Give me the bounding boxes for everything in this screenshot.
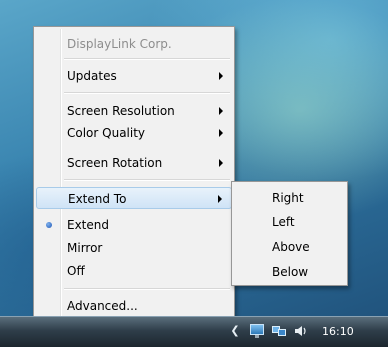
submenu-arrow-icon <box>219 129 223 137</box>
submenu-item-above[interactable]: Above <box>234 235 345 259</box>
submenu-item-below[interactable]: Below <box>234 260 345 284</box>
menu-item-label: Screen Resolution <box>67 104 175 118</box>
menu-item-updates[interactable]: Updates <box>36 65 232 87</box>
radio-selected-icon <box>46 222 52 228</box>
menu-item-displaylink-corp: DisplayLink Corp. <box>36 33 232 55</box>
menu-item-extend-to[interactable]: Extend To <box>36 187 232 209</box>
menu-item-label: DisplayLink Corp. <box>67 37 172 51</box>
submenu-item-label: Right <box>272 191 304 205</box>
menu-separator <box>64 92 230 94</box>
menu-item-advanced[interactable]: Advanced... <box>36 295 232 317</box>
network-icon[interactable] <box>272 324 286 338</box>
extend-to-submenu: Right Left Above Below <box>231 181 348 286</box>
menu-separator <box>64 58 230 60</box>
submenu-arrow-icon <box>219 72 223 80</box>
chevron-left-icon[interactable]: ❮ <box>228 324 242 338</box>
menu-item-label: Mirror <box>67 241 103 255</box>
system-tray: ❮ 16:10 <box>228 318 354 344</box>
submenu-item-label: Below <box>272 265 309 279</box>
menu-item-screen-rotation[interactable]: Screen Rotation <box>36 152 232 174</box>
menu-separator <box>64 288 230 290</box>
menu-item-screen-resolution[interactable]: Screen Resolution <box>36 100 232 122</box>
menu-separator <box>64 179 230 181</box>
taskbar-clock[interactable]: 16:10 <box>322 325 354 338</box>
submenu-item-right[interactable]: Right <box>234 186 345 210</box>
submenu-item-label: Above <box>272 240 310 254</box>
menu-item-label: Updates <box>67 69 117 83</box>
displaylink-context-menu: DisplayLink Corp. Updates Screen Resolut… <box>33 26 235 322</box>
volume-icon[interactable] <box>294 324 308 338</box>
menu-item-label: Color Quality <box>67 126 146 140</box>
menu-item-off[interactable]: Off <box>36 260 232 282</box>
menu-item-color-quality[interactable]: Color Quality <box>36 122 232 144</box>
submenu-arrow-icon <box>219 107 223 115</box>
submenu-item-label: Left <box>272 215 295 229</box>
submenu-arrow-icon <box>218 195 222 203</box>
submenu-arrow-icon <box>219 159 223 167</box>
menu-item-label: Extend To <box>68 192 127 206</box>
menu-item-mirror[interactable]: Mirror <box>36 237 232 259</box>
displaylink-monitor-icon[interactable] <box>250 324 264 338</box>
menu-item-label: Screen Rotation <box>67 156 163 170</box>
submenu-item-left[interactable]: Left <box>234 210 345 234</box>
menu-item-label: Off <box>67 264 85 278</box>
menu-item-label: Extend <box>67 218 109 232</box>
menu-item-label: Advanced... <box>67 299 138 313</box>
menu-item-extend[interactable]: Extend <box>36 214 232 236</box>
